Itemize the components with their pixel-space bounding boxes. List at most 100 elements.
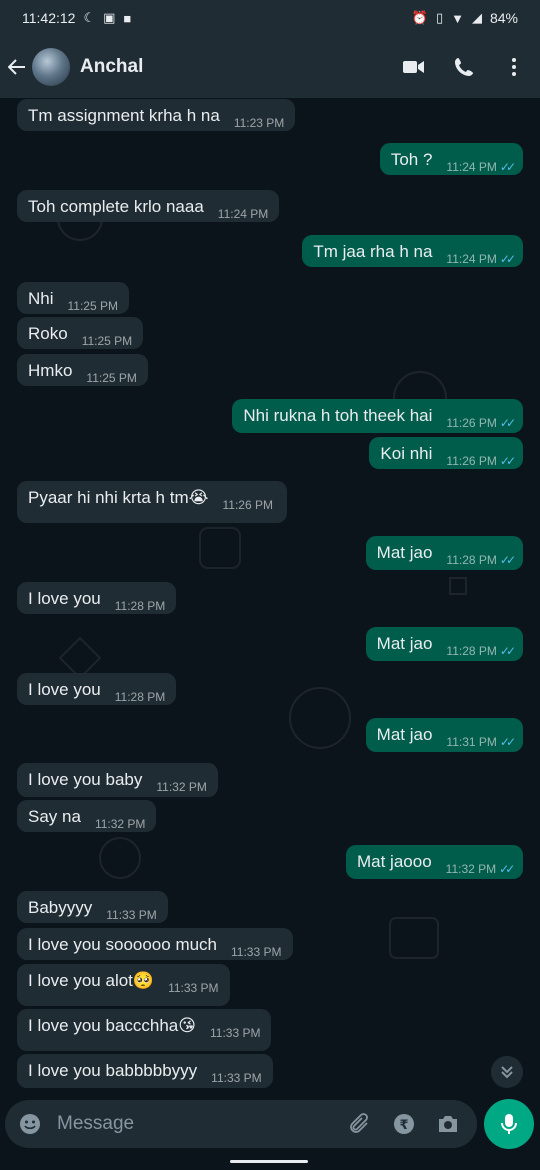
message-text: Mat jaooo [357,852,432,871]
battery-percent: 84% [489,10,518,26]
mic-button[interactable] [484,1099,534,1149]
message-emoji: 😭 [188,488,209,507]
scroll-to-bottom-button[interactable] [491,1056,523,1088]
incoming-message[interactable]: I love you alot🥺 11:33 PM [17,964,230,1006]
incoming-message[interactable]: Say na 11:32 PM [17,800,157,832]
double-chevron-down-icon [501,1066,513,1079]
message-time: 11:31 PM [446,735,497,749]
message-time: 11:32 PM [156,780,207,794]
read-receipt-icon: ✓✓ [499,735,516,749]
message-time: 11:24 PM [217,207,269,221]
alarm-icon: ⏰ [411,10,428,25]
message-time: 11:26 PM [222,498,273,512]
message-text: Koi nhi [380,444,433,463]
message-time: 11:33 PM [231,945,282,959]
outgoing-message[interactable]: Toh ? 11:24 PM ✓✓ [379,143,523,175]
message-time: 11:28 PM [114,599,166,613]
message-time: 11:25 PM [67,299,118,313]
incoming-message[interactable]: Babyyyy 11:33 PM [17,891,168,923]
outgoing-message[interactable]: Tm jaa rha h na 11:24 PM ✓✓ [302,235,523,267]
incoming-message[interactable]: I love you baccchha😘 11:33 PM [17,1009,272,1051]
message-time: 11:33 PM [106,908,157,922]
video-call-icon[interactable] [402,55,426,79]
message-text: I love you baccchha [28,1016,179,1035]
contact-name[interactable]: Anchal [80,56,402,78]
incoming-message[interactable]: Pyaar hi nhi krta h tm😭 11:26 PM [17,481,287,523]
paperclip-icon[interactable] [347,1111,373,1137]
message-text: Nhi rukna h toh theek hai [243,406,433,425]
message-time: 11:28 PM [114,690,166,704]
incoming-message[interactable]: I love you babbbbbyyy 11:33 PM [17,1054,273,1088]
read-receipt-icon: ✓✓ [499,252,516,266]
message-time: 11:33 PM [210,1026,261,1040]
message-text: Mat jao [376,543,433,562]
message-text: Tm assignment krha h na [28,106,220,125]
message-time: 11:25 PM [81,334,133,348]
vibrate-icon: ▯ [435,10,444,25]
message-time: 11:24 PM [446,160,497,174]
header-actions [402,55,526,79]
outgoing-message[interactable]: Koi nhi 11:26 PM ✓✓ [369,437,523,469]
incoming-message[interactable]: I love you 11:28 PM [17,673,177,705]
status-bar: 11:42:12 ☾ ▣ ■ ⏰ ▯ ▼ ◢ 84% [0,0,540,36]
message-text: Babyyyy [28,898,93,917]
read-receipt-icon: ✓✓ [499,553,516,567]
message-text: Roko [28,324,68,343]
incoming-message[interactable]: I love you 11:28 PM [17,582,177,614]
message-emoji: 😘 [178,1016,196,1035]
message-list[interactable]: Tm assignment krha h na 11:23 PM Toh ? 11:2… [0,98,540,1094]
message-time: 11:23 PM [233,116,285,130]
incoming-message[interactable]: Tm assignment krha h na 11:23 PM [17,99,296,131]
message-text: Nhi [28,289,54,308]
message-time: 11:25 PM [86,371,137,385]
message-composer: ₹ [5,1100,477,1148]
outgoing-message[interactable]: Mat jaooo 11:32 PM ✓✓ [346,845,523,879]
message-text: Mat jao [376,634,433,653]
camera-icon[interactable] [435,1111,461,1137]
chat-header: Anchal [0,36,540,98]
emoji-icon[interactable] [17,1111,43,1137]
incoming-message[interactable]: I love you baby 11:32 PM [17,763,218,797]
mic-icon [501,1114,517,1134]
wifi-icon: ▼ [451,10,464,26]
incoming-message[interactable]: Roko 11:25 PM [17,317,144,349]
message-time: 11:32 PM [445,862,497,876]
back-arrow-icon[interactable] [6,56,28,78]
message-emoji: 🥺 [132,971,155,990]
message-text: I love you soooooo much [28,935,218,954]
read-receipt-icon: ✓✓ [499,862,515,876]
message-input[interactable] [55,1112,329,1136]
message-time: 11:26 PM [446,454,497,468]
outgoing-message[interactable]: Mat jao 11:28 PM ✓✓ [365,536,523,570]
notification-icon: ▣ [103,10,116,25]
incoming-message[interactable]: Nhi 11:25 PM [17,282,129,314]
incoming-message[interactable]: I love you soooooo much 11:33 PM [17,928,293,960]
contact-avatar[interactable] [32,48,70,86]
message-text: I love you baby [28,770,143,789]
signal-icon: ◢ [471,10,482,25]
message-text: Say na [28,807,81,826]
gesture-nav-bar[interactable] [230,1160,308,1163]
message-time: 11:28 PM [446,553,497,567]
app-notification-icon: ■ [123,10,132,26]
read-receipt-icon: ✓✓ [499,160,516,174]
read-receipt-icon: ✓✓ [499,416,516,430]
message-text: I love you [28,589,101,608]
message-time: 11:26 PM [446,416,497,430]
phone-icon[interactable] [452,55,476,79]
message-time: 11:33 PM [168,981,219,995]
message-text: I love you babbbbbyyy [28,1061,198,1080]
message-text: Hmko [28,361,73,380]
read-receipt-icon: ✓✓ [499,644,516,658]
outgoing-message[interactable]: Nhi rukna h toh theek hai 11:26 PM ✓✓ [232,399,523,433]
rupee-icon[interactable]: ₹ [391,1111,417,1137]
message-time: 11:32 PM [94,817,146,831]
message-text: Pyaar hi nhi krta h tm [28,488,189,507]
message-text: Mat jao [376,725,433,744]
incoming-message[interactable]: Hmko 11:25 PM [17,354,148,386]
message-time: 11:28 PM [446,644,497,658]
outgoing-message[interactable]: Mat jao 11:31 PM ✓✓ [365,718,523,752]
more-vertical-icon[interactable] [502,55,526,79]
incoming-message[interactable]: Toh complete krlo naaa 11:24 PM [17,190,280,222]
outgoing-message[interactable]: Mat jao 11:28 PM ✓✓ [365,627,523,661]
